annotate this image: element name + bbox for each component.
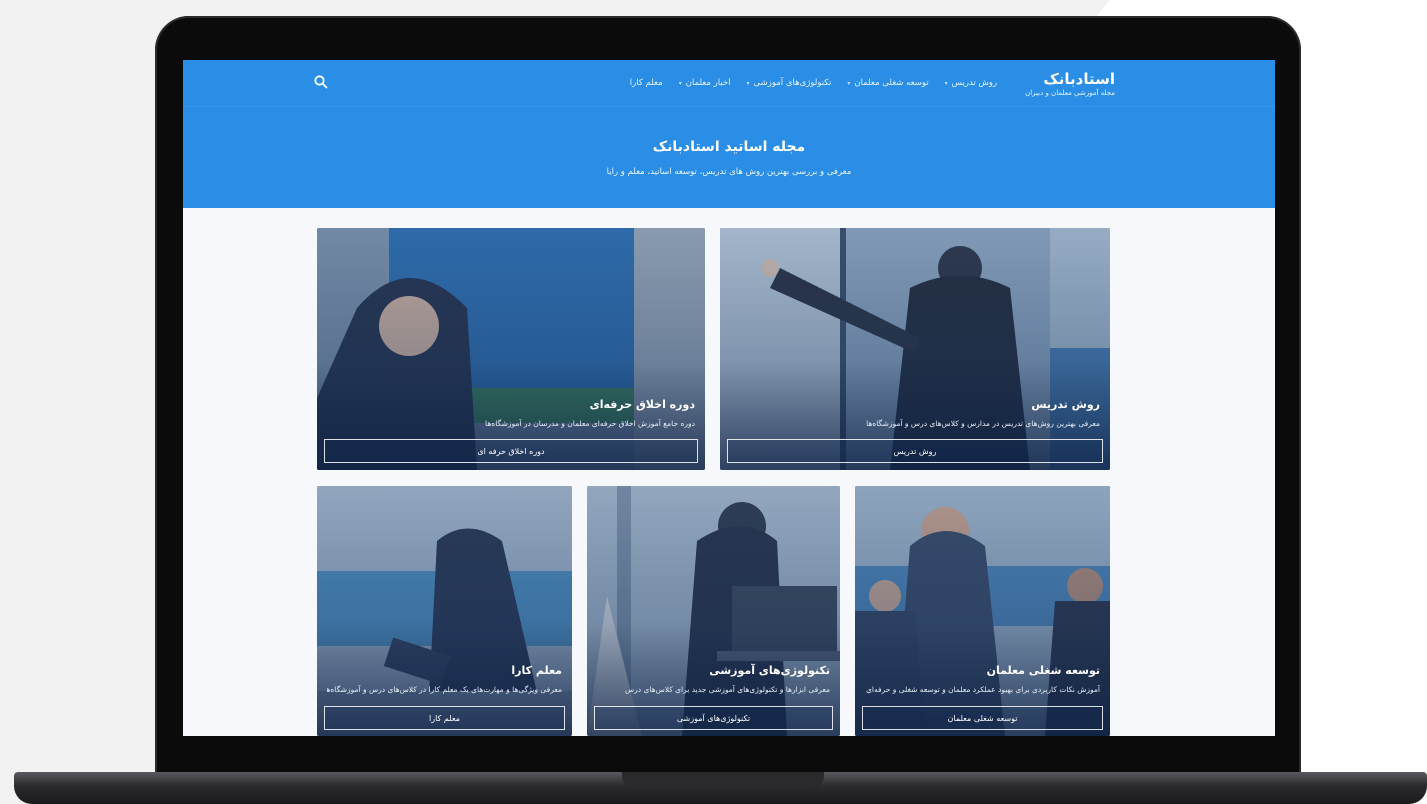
nav-item-career-development[interactable]: توسعه شغلی معلمان ▾ <box>847 78 928 88</box>
card-title: تکنولوژی‌های آموزشی <box>709 664 830 677</box>
category-cards: روش تدریس معرفی بهترین روش‌های تدریس در … <box>183 208 1275 736</box>
chevron-down-icon: ▾ <box>944 79 948 87</box>
card-description: معرفی ویژگی‌ها و مهارت‌های یک معلم کارا … <box>327 685 562 694</box>
card-overlay <box>855 486 1110 736</box>
nav-item-label: توسعه شغلی معلمان <box>854 78 929 88</box>
chevron-down-icon: ▾ <box>847 79 851 87</box>
nav-item-news[interactable]: اخبار معلمان ▾ <box>679 78 731 88</box>
main-nav: روش تدریس ▾ توسعه شغلی معلمان ▾ تکنولوژی… <box>630 78 997 88</box>
card-overlay <box>317 486 572 736</box>
card-description: معرفی ابزارها و تکنولوژی‌های آموزشی جدید… <box>624 685 830 694</box>
card-button[interactable]: تکنولوژی‌های آموزشی <box>594 706 833 730</box>
card-title: دوره اخلاق حرفه‌ای <box>589 398 695 411</box>
card-overlay <box>317 228 705 470</box>
nav-item-edtech[interactable]: تکنولوژی‌های آموزشی ▾ <box>747 78 832 88</box>
card-overlay <box>587 486 840 736</box>
nav-item-label: اخبار معلمان <box>685 78 731 88</box>
category-card-career-development[interactable]: توسعه شغلی معلمان آموزش نکات کاربردی برا… <box>855 486 1110 736</box>
card-button[interactable]: روش تدریس <box>727 439 1103 463</box>
laptop-screen: استادبانک مجله آموزشی معلمان و دبیران رو… <box>183 60 1275 736</box>
laptop-notch <box>622 772 824 788</box>
chevron-down-icon: ▾ <box>746 79 750 87</box>
logo-title: استادبانک <box>1043 69 1115 88</box>
page-title: مجله اساتید استادبانک <box>652 138 806 155</box>
hero-banner: مجله اساتید استادبانک معرفی و بررسی بهتر… <box>183 106 1275 208</box>
nav-item-label: معلم کارا <box>629 78 663 88</box>
card-title: معلم کارا <box>511 664 562 677</box>
site-header: استادبانک مجله آموزشی معلمان و دبیران رو… <box>183 60 1275 106</box>
chevron-down-icon: ▾ <box>678 79 682 87</box>
search-icon[interactable] <box>313 74 329 90</box>
nav-item-label: تکنولوژی‌های آموزشی <box>753 78 832 88</box>
category-card-teaching-methods[interactable]: روش تدریس معرفی بهترین روش‌های تدریس در … <box>720 228 1110 470</box>
page-subtitle: معرفی و بررسی بهترین روش های تدریس، توسع… <box>606 166 852 177</box>
site-logo[interactable]: استادبانک مجله آموزشی معلمان و دبیران <box>1025 70 1115 97</box>
nav-item-label: روش تدریس <box>951 78 998 88</box>
card-button[interactable]: دوره اخلاق حرفه ای <box>324 439 698 463</box>
card-button[interactable]: توسعه شغلی معلمان <box>862 706 1103 730</box>
card-overlay <box>720 228 1110 470</box>
logo-subtitle: مجله آموزشی معلمان و دبیران <box>1025 88 1115 97</box>
nav-item-effective-teacher[interactable]: معلم کارا <box>630 78 663 88</box>
card-description: معرفی بهترین روش‌های تدریس در مدارس و کل… <box>866 419 1100 428</box>
card-description: دوره جامع آموزش اخلاق حرفه‌ای معلمان و م… <box>485 419 695 428</box>
category-card-edtech[interactable]: تکنولوژی‌های آموزشی معرفی ابزارها و تکنو… <box>587 486 840 736</box>
card-button[interactable]: معلم کارا <box>324 706 565 730</box>
card-title: روش تدریس <box>1031 398 1100 411</box>
category-card-effective-teacher[interactable]: معلم کارا معرفی ویژگی‌ها و مهارت‌های یک … <box>317 486 572 736</box>
card-title: توسعه شغلی معلمان <box>986 664 1100 677</box>
category-card-professional-ethics[interactable]: دوره اخلاق حرفه‌ای دوره جامع آموزش اخلاق… <box>317 228 705 470</box>
card-description: آموزش نکات کاربردی برای بهبود عملکرد معل… <box>866 685 1100 694</box>
nav-item-teaching-methods[interactable]: روش تدریس ▾ <box>945 78 997 88</box>
